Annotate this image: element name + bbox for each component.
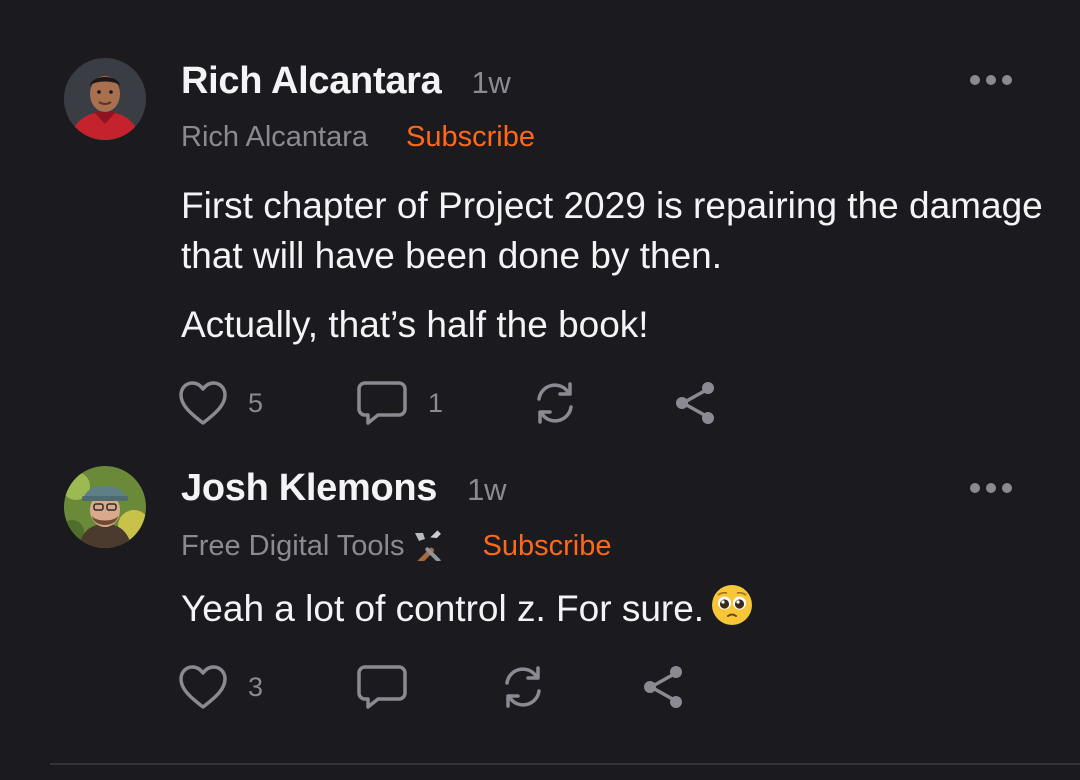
timestamp: 1w	[467, 472, 507, 507]
comment-icon	[357, 381, 407, 425]
comment-paragraph: Yeah a lot of control z. For sure.	[181, 583, 1051, 640]
like-count: 3	[248, 671, 264, 702]
like-button[interactable]: 5	[178, 378, 263, 428]
share-button[interactable]	[672, 378, 718, 428]
reply-button[interactable]: 1	[356, 378, 443, 428]
comment-body: First chapter of Project 2029 is repairi…	[181, 181, 1051, 350]
reply-count: 1	[428, 387, 444, 418]
subscribe-button[interactable]: Subscribe	[406, 121, 535, 153]
restack-button[interactable]	[498, 662, 548, 712]
comment-text: Yeah a lot of control z. For sure.	[181, 588, 705, 629]
more-options-icon[interactable]	[970, 73, 1012, 87]
like-count: 5	[248, 387, 264, 418]
publication-name[interactable]: Free Digital Tools	[181, 530, 445, 566]
timestamp: 1w	[471, 65, 511, 100]
comment-icon	[357, 665, 407, 709]
more-options-icon[interactable]	[970, 481, 1012, 495]
share-icon	[644, 666, 682, 708]
publication-line: Free Digital Tools Subscribe	[181, 529, 611, 569]
author-name[interactable]: Rich Alcantara 1w	[181, 60, 511, 103]
heart-icon	[179, 381, 227, 425]
restack-button[interactable]	[530, 378, 580, 428]
divider	[50, 763, 1080, 765]
author-name[interactable]: Josh Klemons 1w	[181, 467, 506, 510]
comment-paragraph: First chapter of Project 2029 is repairi…	[181, 185, 1043, 276]
avatar[interactable]	[64, 58, 146, 140]
share-icon	[676, 382, 714, 424]
subscribe-button[interactable]: Subscribe	[483, 530, 612, 562]
heart-icon	[179, 665, 227, 709]
comment-body: Yeah a lot of control z. For sure.	[181, 583, 1051, 640]
restack-icon	[505, 666, 541, 708]
author-link[interactable]: Rich Alcantara	[181, 60, 442, 102]
share-button[interactable]	[640, 662, 686, 712]
pleading-face-icon	[710, 583, 754, 640]
publication-name-text: Free Digital Tools	[181, 530, 405, 562]
author-link[interactable]: Josh Klemons	[181, 467, 437, 509]
reply-button[interactable]	[356, 662, 408, 712]
publication-name[interactable]: Rich Alcantara	[181, 121, 368, 153]
tools-icon	[411, 529, 445, 569]
restack-icon	[537, 382, 573, 424]
publication-line: Rich Alcantara Subscribe	[181, 121, 535, 154]
avatar[interactable]	[64, 466, 146, 548]
like-button[interactable]: 3	[178, 662, 263, 712]
comment-paragraph: Actually, that’s half the book!	[181, 304, 649, 345]
